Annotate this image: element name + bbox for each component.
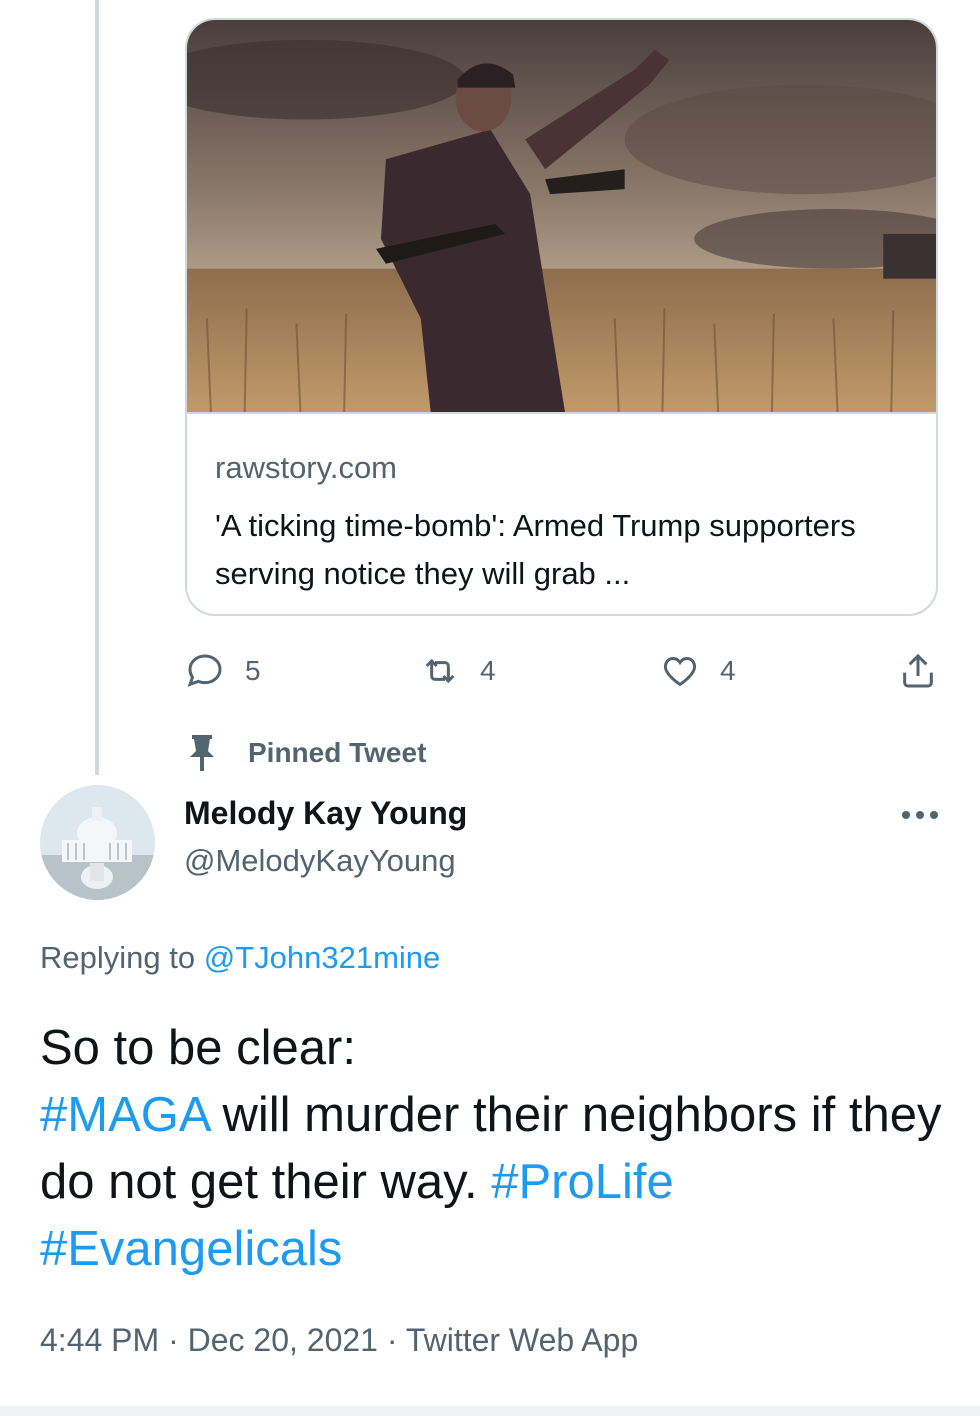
reply-icon [187,654,222,687]
tweet-text: So to be clear: #MAGA will murder their … [40,1015,960,1283]
hashtag-evangelicals[interactable]: #Evangelicals [40,1222,342,1276]
link-card-domain: rawstory.com [215,450,398,485]
pin-icon [190,735,214,771]
share-icon [903,653,933,688]
tweet-timestamp[interactable]: 4:44 PM · Dec 20, 2021 · Twitter Web App [40,1322,638,1359]
author-display-name[interactable]: Melody Kay Young [184,795,467,832]
pinned-tweet-indicator: Pinned Tweet [186,735,426,771]
hashtag-prolife[interactable]: #ProLife [491,1155,674,1209]
bottom-divider [0,1406,980,1416]
avatar[interactable] [40,785,155,900]
like-button[interactable]: 4 [660,646,736,696]
link-preview-image [187,20,936,414]
like-count: 4 [720,655,736,686]
more-icon [902,811,938,819]
link-preview-card[interactable]: rawstory.com 'A ticking time-bomb': Arme… [185,18,938,616]
retweet-button[interactable]: 4 [420,646,496,696]
pinned-tweet-label: Pinned Tweet [248,737,427,768]
reply-count: 5 [245,655,261,686]
hashtag-maga[interactable]: #MAGA [40,1088,209,1142]
author-handle[interactable]: @MelodyKayYoung [184,843,456,879]
like-icon [663,656,697,687]
replying-prefix: Replying to [40,940,204,975]
tweet-action-bar: 5 4 4 [0,646,980,696]
tweet-text-line1: So to be clear: [40,1021,356,1075]
replying-to-context: Replying to @TJohn321mine [40,940,440,976]
more-options-button[interactable] [898,795,942,835]
retweet-count: 4 [480,655,496,686]
retweet-icon [425,658,455,684]
link-card-title: 'A ticking time-bomb': Armed Trump suppo… [215,508,856,591]
share-button[interactable] [898,646,938,696]
reply-button[interactable]: 5 [185,646,261,696]
replying-mention-link[interactable]: @TJohn321mine [204,940,441,975]
